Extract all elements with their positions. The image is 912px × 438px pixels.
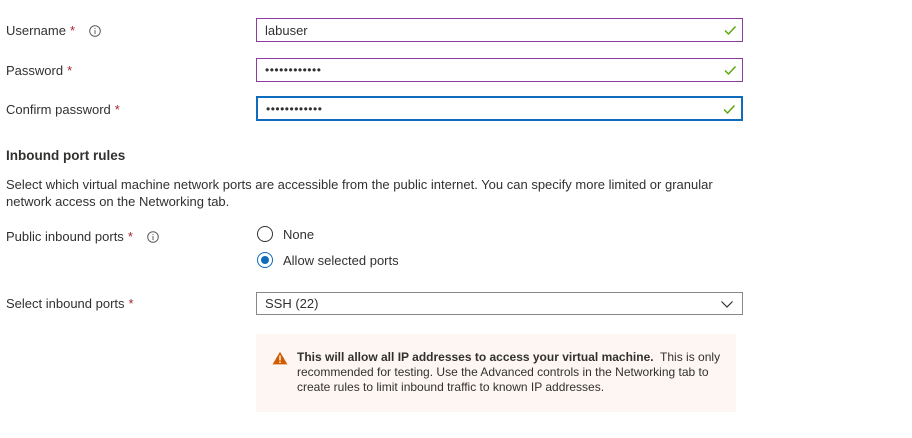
check-icon	[724, 26, 737, 36]
radio-button-selected[interactable]	[257, 252, 273, 268]
dropdown-value: SSH (22)	[265, 296, 319, 311]
confirm-password-field[interactable]: ••••••••••••	[256, 96, 743, 121]
confirm-password-value: ••••••••••••	[266, 101, 323, 116]
warning-banner: This will allow all IP addresses to acce…	[256, 334, 736, 412]
radio-label: None	[283, 226, 315, 242]
confirm-password-label: Confirm password *	[6, 102, 120, 117]
info-icon[interactable]	[88, 25, 101, 37]
public-inbound-ports-label: Public inbound ports *	[6, 228, 159, 246]
check-icon	[724, 66, 737, 76]
username-field[interactable]: labuser	[256, 18, 743, 42]
radio-button[interactable]	[257, 226, 273, 242]
required-asterisk: *	[67, 63, 73, 78]
username-value: labuser	[265, 22, 308, 38]
check-icon	[723, 104, 736, 114]
warning-bold-text: This will allow all IP addresses to acce…	[297, 350, 654, 364]
section-description: Select which virtual machine network por…	[6, 177, 713, 209]
warning-text: This will allow all IP addresses to acce…	[297, 350, 724, 412]
warning-icon	[272, 351, 288, 365]
required-asterisk: *	[128, 296, 134, 311]
select-inbound-ports-dropdown[interactable]: SSH (22)	[256, 292, 743, 315]
required-asterisk: *	[114, 102, 120, 117]
info-icon[interactable]	[146, 231, 159, 243]
password-field[interactable]: ••••••••••••	[256, 58, 743, 82]
password-label: Password *	[6, 63, 73, 78]
radio-label: Allow selected ports	[283, 252, 399, 268]
select-inbound-ports-label: Select inbound ports *	[6, 296, 134, 311]
radio-option-none[interactable]: None	[257, 224, 314, 244]
username-label: Username *	[6, 22, 101, 40]
section-title: Inbound port rules	[6, 148, 126, 163]
required-asterisk: *	[127, 229, 133, 244]
chevron-down-icon	[721, 300, 733, 308]
password-value: ••••••••••••	[265, 63, 322, 77]
required-asterisk: *	[69, 23, 76, 38]
radio-option-allow-selected-ports[interactable]: Allow selected ports	[257, 250, 399, 270]
